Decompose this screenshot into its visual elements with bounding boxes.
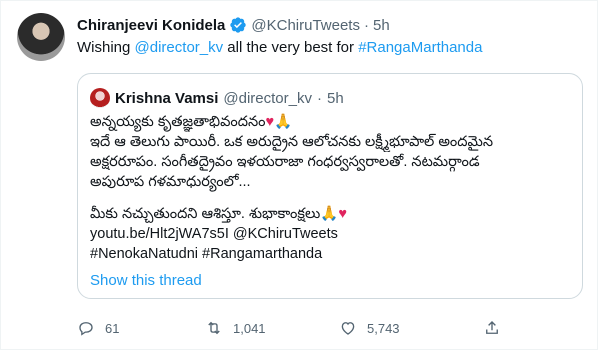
avatar[interactable]: [17, 13, 65, 61]
mention-link[interactable]: @director_kv: [135, 39, 224, 56]
reply-icon: [79, 322, 93, 336]
action-bar: 61 1,041 5,743: [77, 319, 577, 339]
heart-emoji: ♥: [338, 206, 347, 222]
quote-line: అక్షరరూపం. సంగీతద్రైవం ఇళయరాజా గంధర్వస్వ…: [90, 154, 480, 170]
retweet-button[interactable]: 1,041: [205, 319, 266, 337]
retweet-count: 1,041: [233, 320, 266, 336]
quote-line: మీకు నచ్చుతుందని ఆశిస్తూ. శుభాకాంక్షలు🙏♥: [90, 206, 347, 222]
reply-button[interactable]: 61: [77, 319, 119, 337]
tweet-text: Wishing @director_kv all the very best f…: [77, 39, 482, 56]
quote-avatar: [90, 88, 110, 108]
retweet-icon: [208, 321, 220, 335]
like-button[interactable]: 5,743: [339, 319, 400, 337]
like-icon: [341, 322, 355, 335]
verified-badge-icon: [230, 17, 247, 33]
tweet-text-prefix: Wishing: [77, 39, 135, 56]
show-thread-link[interactable]: Show this thread: [90, 272, 202, 289]
tweet-card[interactable]: Chiranjeevi Konidela @KChiruTweets · 5h …: [0, 0, 598, 350]
author-handle[interactable]: @KChiruTweets: [251, 17, 360, 34]
author-name[interactable]: Chiranjeevi Konidela: [77, 17, 225, 34]
quote-body: అన్నయ్యకు కృతజ్ఞతాభివందనం♥🙏 ఇదే ఆ తెలుగు…: [90, 112, 570, 264]
quote-hashtags-line: #NenokaNatudni #Rangamarthanda: [90, 246, 323, 262]
quote-separator-dot: ·: [316, 89, 322, 107]
tweet-header: Chiranjeevi Konidela @KChiruTweets · 5h: [77, 16, 390, 34]
tweet-text-middle: all the very best for: [223, 39, 359, 56]
quote-link-line: youtu.be/Hlt2jWA7s5I @KChiruTweets: [90, 226, 338, 242]
quoted-tweet[interactable]: Krishna Vamsi @director_kv · 5h అన్నయ్యక…: [77, 73, 583, 299]
quote-line: అపురూప గళమాధుర్యంలో...: [90, 174, 251, 190]
pray-emoji: 🙏: [274, 114, 293, 130]
quote-line: ఇదే ఆ తెలుగు పాయిరీ. ఒక అరుద్రైన ఆలోచనకు…: [90, 134, 494, 150]
share-button[interactable]: [483, 319, 501, 337]
reply-count: 61: [105, 320, 120, 336]
tweet-time[interactable]: 5h: [373, 17, 390, 34]
quote-line: అన్నయ్యకు కృతజ్ఞతాభివందనం♥🙏: [90, 114, 293, 130]
heart-emoji: ♥: [265, 114, 275, 130]
pray-emoji: 🙏: [320, 206, 339, 222]
share-icon: [486, 321, 498, 334]
quote-author-handle: @director_kv: [223, 89, 312, 107]
hashtag-link[interactable]: #RangaMarthanda: [358, 39, 482, 56]
quote-time: 5h: [326, 89, 344, 107]
separator-dot: ·: [363, 16, 369, 34]
like-count: 5,743: [367, 320, 400, 336]
quote-header: Krishna Vamsi @director_kv · 5h: [90, 88, 344, 108]
quote-author-name: Krishna Vamsi: [115, 89, 219, 107]
